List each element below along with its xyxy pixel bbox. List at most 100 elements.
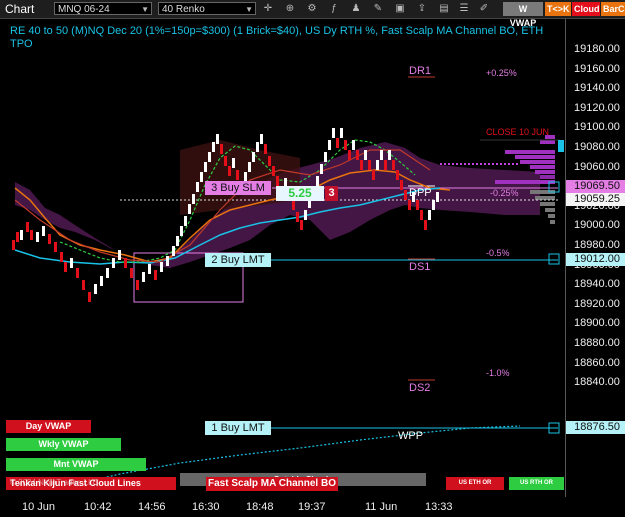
price-tick: 19080.00 [574,141,620,153]
buy-slm-order[interactable]: 3 Buy SLM [205,181,271,195]
buy-lmt-1-order[interactable]: 1 Buy LMT [205,421,271,435]
renko-brick [112,258,115,268]
chart-toolbar: Chart MNQ 06-24 ▼ 40 Renko ▼ ✛ ⊕ ⚙ ƒ ♟ ✎… [0,0,625,28]
renko-brick [332,128,335,138]
chevron-down-icon: ▼ [245,5,253,14]
price-axis[interactable]: 19180.00 19160.00 19140.00 19120.00 19100.00… [565,19,625,497]
renko-brick [12,240,15,250]
renko-brick [352,140,355,150]
renko-brick [408,200,411,210]
renko-brick [360,160,363,170]
price-tick: 18980.00 [574,239,620,251]
chart-header: RE 40 to 50 (M)NQ Dec 20 (1%=150p=$300) … [10,25,544,50]
renko-brick [184,216,187,226]
renko-brick [372,170,375,180]
renko-brick [60,252,63,262]
bar-type-selector[interactable]: 40 Renko ▼ [158,2,256,15]
crosshair-icon[interactable]: ✛ [262,3,274,15]
renko-brick [224,156,227,166]
window-icon[interactable]: ▤ [438,3,450,15]
renko-brick [272,166,275,176]
renko-brick [264,144,267,154]
tk-button[interactable]: T<>K [545,2,571,16]
renko-brick [82,280,85,290]
properties-icon[interactable]: ⚙ [306,3,318,15]
renko-brick [436,192,439,202]
renko-brick [340,128,343,138]
time-tick: 14:56 [138,501,166,513]
price-tag[interactable]: 19069.50 [566,180,625,193]
bar-type-value: 40 Renko [162,4,205,15]
renko-brick [200,172,203,182]
renko-brick [328,140,331,150]
close-label: CLOSE 10 JUN [486,127,550,137]
renko-brick [348,150,351,160]
pct-neg5-label: -0.5% [486,248,510,258]
share-icon[interactable]: ⇪ [416,3,428,15]
renko-brick [70,258,73,268]
price-tick: 18920.00 [574,297,620,310]
ds1-label: DS1 [409,261,431,273]
renko-brick [276,176,279,186]
snapshot-icon[interactable]: ▣ [394,3,406,15]
bar-color-button[interactable]: BarCo [601,2,625,16]
renko-brick [252,152,255,162]
renko-brick [212,142,215,152]
chevron-down-icon: ▼ [141,5,149,14]
pct-neg10-label: -1.0% [486,368,510,378]
order-qty-box[interactable]: 3 [325,186,338,201]
buy-lmt-2-order[interactable]: 2 Buy LMT [205,253,271,267]
renko-brick [336,138,339,148]
renko-brick [236,170,239,180]
time-tick: 18:48 [246,501,274,513]
zoom-in-icon[interactable]: ⊕ [284,3,296,15]
renko-brick [388,150,391,160]
price-tag[interactable]: 18876.50 [566,421,625,434]
renko-brick [296,212,299,222]
renko-brick [30,230,33,240]
renko-brick [416,200,419,210]
renko-brick [316,176,319,186]
renko-brick [20,230,23,240]
renko-brick [228,166,231,176]
renko-brick [268,156,271,166]
renko-brick [364,150,367,160]
renko-brick [172,246,175,256]
chart-trader-icon[interactable]: ☰ [458,3,470,15]
copyright: © 2024 NinjaTrader, LLC [10,478,99,487]
renko-brick [100,276,103,286]
price-tick: 18940.00 [574,278,620,291]
price-tick: 18880.00 [574,337,620,349]
renko-brick [384,160,387,170]
time-tick: 10:42 [84,501,112,513]
renko-brick [424,220,427,230]
renko-brick [300,220,303,230]
us-rth-label: US RTH OR [509,477,564,490]
renko-brick [166,256,169,266]
pct-neg-label: -0.25% [490,188,519,198]
renko-brick [106,268,109,278]
price-tick: 18860.00 [574,356,620,369]
order-price-box[interactable]: 5.25 [276,186,324,201]
price-tag[interactable]: 19012.00 [566,253,625,266]
price-tag[interactable]: 19059.25 [566,193,625,206]
renko-brick [88,292,91,302]
us-eth-label: US ETH OR [446,477,504,490]
renko-brick [26,222,29,232]
pencil-icon[interactable]: ✐ [478,3,490,15]
price-tick: 19060.00 [574,160,620,173]
price-tick: 19160.00 [574,62,620,75]
instrument-selector[interactable]: MNQ 06-24 ▼ [54,2,152,15]
strategies-icon[interactable]: ♟ [350,3,362,15]
renko-brick [292,200,295,210]
indicators-icon[interactable]: ƒ [328,3,340,15]
renko-brick [160,262,163,272]
renko-brick [118,250,121,260]
draw-icon[interactable]: ✎ [372,3,384,15]
vwap-button[interactable]: W VWAP [503,2,543,28]
renko-brick [396,170,399,180]
renko-brick [356,150,359,160]
cloud-button[interactable]: Cloud [572,2,600,16]
renko-brick [344,140,347,150]
instrument-value: MNQ 06-24 [58,4,110,15]
